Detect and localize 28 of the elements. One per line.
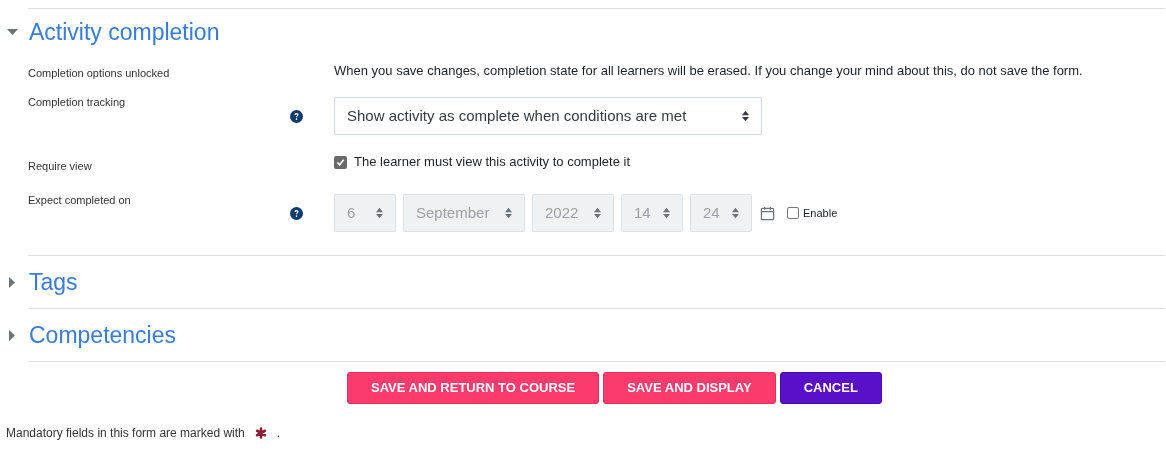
require-view-checkbox[interactable]: The learner must view this activity to complete it xyxy=(334,152,630,172)
warning-text: When you save changes, completion state for all learners will be erased. If you change your mind about this, do not save the form. xyxy=(334,62,1083,80)
tracking-dropdown[interactable]: Show activity as complete when conditions are met xyxy=(334,97,762,135)
save-button[interactable]: SAVE AND RETURN TO COURSE xyxy=(347,372,600,404)
collapse-icon[interactable] xyxy=(7,28,18,36)
asterisk-icon xyxy=(254,427,267,439)
section-heading[interactable]: Tags xyxy=(29,270,78,294)
footer-text: Mandatory fields in this form are marked with xyxy=(6,425,245,442)
field-label: Completion tracking xyxy=(28,95,127,110)
caret-icon xyxy=(742,110,749,122)
field-label: Require view xyxy=(28,159,93,174)
help-icon[interactable] xyxy=(290,109,303,123)
save-button[interactable]: SAVE AND DISPLAY xyxy=(603,372,776,404)
caret-icon xyxy=(505,207,512,219)
caret-icon xyxy=(732,207,739,219)
calendar-icon[interactable] xyxy=(760,205,775,221)
check-icon xyxy=(336,157,345,167)
cancel-button[interactable]: CANCEL xyxy=(779,372,882,404)
section-heading[interactable]: Competencies xyxy=(29,323,177,347)
expand-icon[interactable] xyxy=(9,329,16,341)
caret-icon xyxy=(663,207,670,219)
caret-icon xyxy=(594,207,601,219)
field-label: Expect completed on xyxy=(28,193,132,208)
section-heading[interactable]: Activity completion xyxy=(29,20,220,44)
caret-icon xyxy=(376,207,383,219)
expand-icon[interactable] xyxy=(9,276,16,288)
footer-period: . xyxy=(276,425,281,442)
field-label: Completion options unlocked xyxy=(28,66,171,81)
